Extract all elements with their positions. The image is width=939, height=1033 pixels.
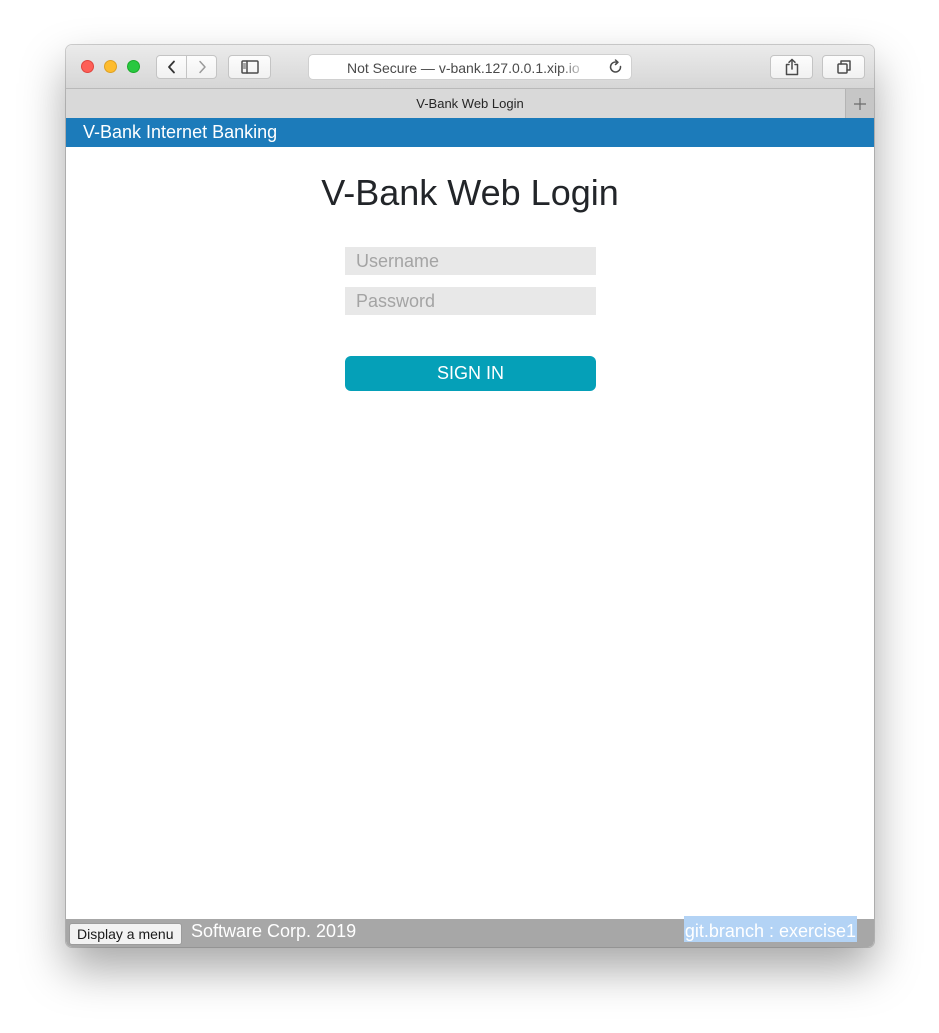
sign-in-button[interactable]: SIGN IN (345, 356, 596, 391)
plus-icon (854, 97, 866, 110)
page-title: V-Bank Web Login (321, 172, 619, 213)
git-branch-label: git.branch : exercise1 (683, 916, 857, 942)
display-menu-button[interactable]: Display a menu (69, 923, 182, 945)
window-zoom-button[interactable] (127, 60, 140, 73)
reload-icon[interactable] (607, 58, 625, 76)
new-tab-button[interactable] (845, 89, 874, 118)
share-button[interactable] (770, 55, 813, 79)
back-button[interactable] (157, 56, 186, 78)
git-branch-text: git.branch : exercise1 (684, 921, 856, 941)
app-header-title: V-Bank Internet Banking (83, 122, 278, 142)
tab-bar: V-Bank Web Login (66, 89, 874, 119)
address-text: Not Secure — v-bank.127.0.0.1.xip.io (347, 60, 580, 76)
window-minimize-button[interactable] (104, 60, 117, 73)
sidebar-button[interactable] (228, 55, 271, 79)
window-close-button[interactable] (81, 60, 94, 73)
chevron-left-icon (167, 60, 175, 74)
browser-window: Not Secure — v-bank.127.0.0.1.xip.io V-B… (66, 45, 874, 947)
forward-button[interactable] (186, 56, 216, 78)
browser-toolbar: Not Secure — v-bank.127.0.0.1.xip.io (66, 45, 874, 89)
copyright-text: Software Corp. 2019 (191, 921, 357, 941)
footer: Display a menu Software Corp. 2019 git.b… (66, 916, 874, 947)
password-input[interactable] (345, 287, 596, 315)
address-bar[interactable]: Not Secure — v-bank.127.0.0.1.xip.io (308, 54, 632, 80)
tab-active[interactable]: V-Bank Web Login (66, 96, 874, 111)
chevron-right-icon (198, 60, 206, 74)
tabs-overview-button[interactable] (822, 55, 865, 79)
username-input[interactable] (345, 247, 596, 275)
sidebar-icon (240, 60, 259, 74)
page-content: V-Bank Internet Banking V-Bank Web Login… (66, 118, 874, 947)
share-icon (785, 58, 798, 76)
navigation-buttons (156, 55, 217, 79)
tabs-overview-icon (836, 60, 851, 74)
app-header: V-Bank Internet Banking (66, 118, 874, 147)
